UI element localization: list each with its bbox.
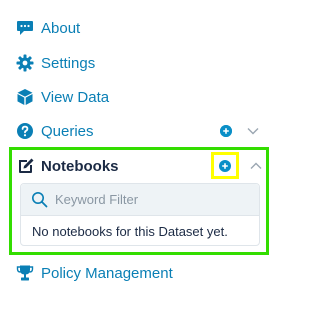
question-circle-icon — [16, 122, 34, 140]
add-query-icon[interactable] — [220, 125, 232, 137]
notebooks-empty-message: No notebooks for this Dataset yet. — [32, 224, 228, 239]
add-notebook-button[interactable] — [211, 152, 239, 179]
chevron-up-icon[interactable] — [249, 159, 263, 173]
nav-item-view-data[interactable]: View Data — [0, 83, 287, 111]
chat-bubble-icon — [16, 19, 34, 37]
plus-circle-icon — [219, 159, 231, 172]
nav-item-settings-label: Settings — [41, 54, 96, 72]
nav-item-notebooks-label: Notebooks — [41, 158, 119, 175]
nav-item-view-data-label: View Data — [41, 88, 110, 106]
search-icon — [31, 191, 48, 208]
nav-item-notebooks[interactable]: Notebooks — [12, 150, 266, 182]
nav-item-policy-management-label: Policy Management — [41, 264, 173, 282]
nav-item-about-label: About — [41, 19, 81, 37]
gear-icon — [16, 54, 34, 72]
nav-item-settings[interactable]: Settings — [0, 49, 287, 77]
nav-item-queries[interactable]: Queries — [0, 117, 287, 145]
cube-icon — [16, 88, 34, 106]
edit-icon — [17, 157, 35, 175]
keyword-filter-input[interactable] — [55, 188, 251, 210]
keyword-filter — [21, 184, 259, 216]
nav-item-about[interactable]: About — [0, 14, 287, 42]
nav-item-queries-label: Queries — [41, 122, 94, 140]
chevron-down-icon[interactable] — [246, 124, 260, 138]
notebooks-section: Notebooks Keyword Filter No notebooks fo… — [9, 147, 269, 255]
dataset-sidebar-nav: About Settings View Data Queries Noteboo… — [0, 0, 287, 314]
notebooks-panel: No notebooks for this Dataset yet. — [20, 183, 260, 246]
nav-item-policy-management[interactable]: Policy Management — [0, 259, 287, 287]
trophy-icon — [16, 264, 34, 282]
